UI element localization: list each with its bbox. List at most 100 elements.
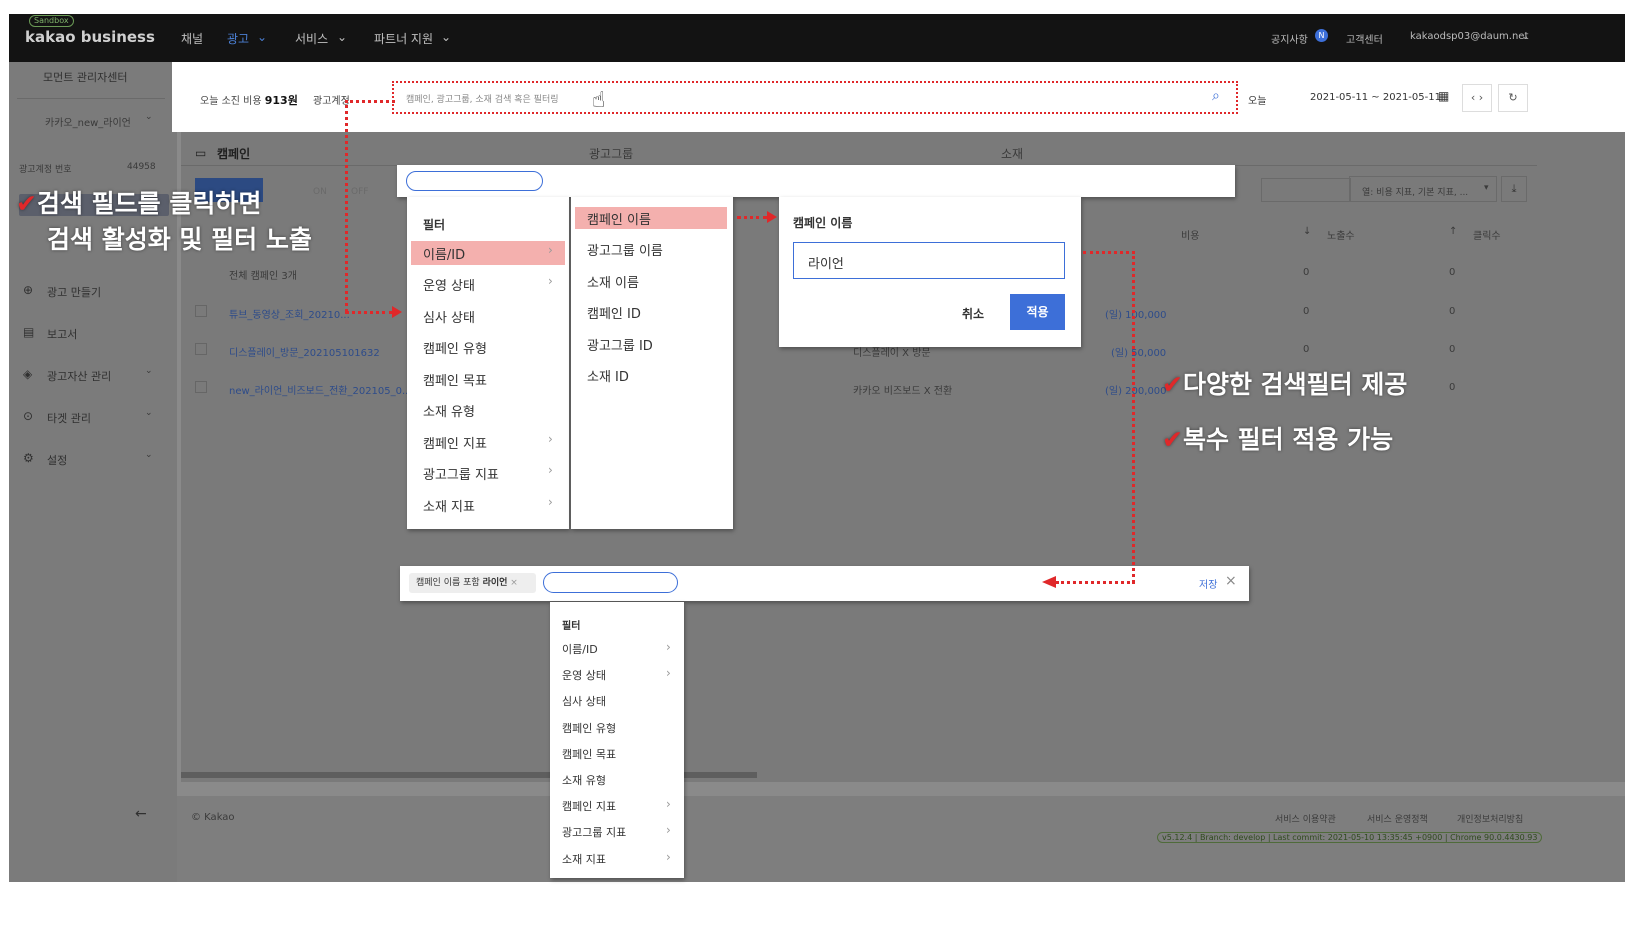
campaign-name-link[interactable]: 디스플레이_방문_202105101632 bbox=[229, 344, 380, 359]
chevron-down-icon[interactable]: ⌄ bbox=[145, 408, 153, 418]
header-bar: 오늘 소진 비용 913원 광고계정 캠페인, 광고그룹, 소재 검색 혹은 필… bbox=[172, 62, 1625, 132]
nav-partner-support[interactable]: 파트너 지원 bbox=[374, 30, 433, 47]
sidebar-item-report[interactable]: 보고서 bbox=[47, 326, 77, 342]
submenu-creative-id[interactable]: 소재 ID bbox=[587, 366, 629, 385]
sidebar-item-create[interactable]: 광고 만들기 bbox=[47, 284, 101, 300]
campaign-name-link[interactable]: new_라이언_비즈보드_전환_202105_0... bbox=[229, 382, 412, 397]
footer-link-policy[interactable]: 서비스 운영정책 bbox=[1367, 812, 1428, 825]
account-selector[interactable]: 카카오_new_라이언 bbox=[45, 114, 131, 129]
tab-adgroup[interactable]: 광고그룹 bbox=[589, 145, 633, 162]
filter-item-creative-metric[interactable]: 소재 지표 bbox=[562, 851, 606, 867]
chevron-down-icon[interactable]: ⌄ bbox=[441, 30, 451, 44]
nav-channel[interactable]: 채널 bbox=[181, 30, 203, 47]
sidebar-item-settings[interactable]: 설정 bbox=[47, 452, 67, 468]
chevron-down-icon[interactable]: ⌄ bbox=[337, 30, 347, 44]
footer-link-privacy[interactable]: 개인정보처리방침 bbox=[1457, 812, 1523, 825]
search-icon[interactable]: ⌕ bbox=[1212, 88, 1220, 104]
col-impressions[interactable]: 노출수 bbox=[1327, 227, 1355, 242]
tab-creative[interactable]: 소재 bbox=[1001, 145, 1023, 162]
nav-service[interactable]: 서비스 bbox=[295, 30, 328, 47]
search-input[interactable]: 캠페인, 광고그룹, 소재 검색 혹은 필터링 ⌕ ☝ bbox=[392, 81, 1238, 114]
filter-item-creative-type[interactable]: 소재 유형 bbox=[562, 772, 606, 788]
connector-line bbox=[345, 100, 395, 103]
close-icon[interactable]: × bbox=[510, 578, 518, 588]
chevron-down-icon[interactable]: ⌄ bbox=[145, 450, 153, 460]
search-input-active[interactable] bbox=[543, 572, 678, 593]
filter-item-campaign-metric[interactable]: 캠페인 지표 bbox=[423, 433, 487, 452]
dialog-input[interactable]: 라이언 bbox=[793, 242, 1065, 279]
chevron-down-icon[interactable]: ⌄ bbox=[257, 30, 267, 44]
sort-asc-icon[interactable]: ↑ bbox=[1449, 226, 1457, 237]
today-label[interactable]: 오늘 bbox=[1248, 92, 1266, 107]
submenu-adgroup-id[interactable]: 광고그룹 ID bbox=[587, 335, 653, 354]
cancel-button[interactable]: 취소 bbox=[962, 305, 984, 322]
row-clicks: 0 bbox=[1449, 344, 1456, 355]
layers-icon: ◈ bbox=[23, 367, 33, 381]
row-checkbox[interactable] bbox=[195, 305, 207, 317]
filter-item-campaign-type[interactable]: 캠페인 유형 bbox=[423, 338, 487, 357]
row-checkbox[interactable] bbox=[195, 343, 207, 355]
chevron-down-icon[interactable]: ⌄ bbox=[145, 366, 153, 376]
filter-item-campaign-goal[interactable]: 캠페인 목표 bbox=[562, 746, 616, 762]
brand-logo[interactable]: kakao business bbox=[25, 28, 155, 46]
toggle-off[interactable]: OFF bbox=[351, 187, 368, 197]
nav-notice[interactable]: 공지사항 bbox=[1271, 31, 1308, 46]
filter-dialog: 캠페인 이름 라이언 취소 적용 bbox=[779, 197, 1081, 347]
total-impressions: 0 bbox=[1303, 267, 1310, 278]
filter-item-name-id[interactable]: 이름/ID bbox=[423, 244, 465, 263]
account-menu[interactable]: kakaodsp03@daum.net bbox=[1410, 31, 1528, 42]
filter-item-creative-metric[interactable]: 소재 지표 bbox=[423, 496, 475, 515]
toggle-on[interactable]: ON bbox=[313, 187, 327, 197]
submenu-campaign-id[interactable]: 캠페인 ID bbox=[587, 303, 641, 322]
submenu-creative-name[interactable]: 소재 이름 bbox=[587, 272, 639, 291]
tab-campaign[interactable]: 캠페인 bbox=[217, 145, 250, 162]
filter-item-status[interactable]: 운영 상태 bbox=[562, 667, 606, 683]
date-range[interactable]: 2021-05-11 ~ 2021-05-11 bbox=[1310, 92, 1441, 103]
filter-item-name-id[interactable]: 이름/ID bbox=[562, 641, 598, 657]
sidebar-item-target[interactable]: 타겟 관리 bbox=[47, 410, 91, 426]
apply-button[interactable]: 적용 bbox=[1010, 294, 1065, 330]
filter-item-review[interactable]: 심사 상태 bbox=[423, 307, 475, 326]
chevron-right-icon: › bbox=[548, 274, 553, 288]
chevron-down-icon[interactable]: ⌄ bbox=[1521, 31, 1529, 42]
nav-support[interactable]: 고객센터 bbox=[1346, 31, 1383, 46]
filter-menu-small: 필터 이름/ID › 운영 상태 › 심사 상태 캠페인 유형 캠페인 목표 소… bbox=[550, 602, 684, 878]
filter-item-campaign-type[interactable]: 캠페인 유형 bbox=[562, 720, 616, 736]
filter-submenu: 캠페인 이름 광고그룹 이름 소재 이름 캠페인 ID 광고그룹 ID 소재 I… bbox=[571, 197, 733, 529]
filter-item-status[interactable]: 운영 상태 bbox=[423, 275, 475, 294]
search-input-active[interactable] bbox=[406, 171, 543, 191]
refresh-icon[interactable]: ↻ bbox=[1498, 84, 1528, 112]
sidebar-item-assets[interactable]: 광고자산 관리 bbox=[47, 368, 111, 384]
filter-item-campaign-goal[interactable]: 캠페인 목표 bbox=[423, 370, 487, 389]
save-button[interactable]: 저장 bbox=[1199, 576, 1217, 591]
submenu-campaign-name[interactable]: 캠페인 이름 bbox=[587, 209, 651, 228]
active-search-bar bbox=[397, 165, 1235, 197]
row-budget: (일) 50,000 bbox=[1111, 348, 1167, 359]
prev-next-buttons[interactable]: ‹ › bbox=[1462, 84, 1492, 112]
footer-link-terms[interactable]: 서비스 이용약관 bbox=[1275, 812, 1336, 825]
col-clicks[interactable]: 클릭수 bbox=[1473, 227, 1501, 242]
download-icon[interactable]: ⤓ bbox=[1501, 176, 1527, 202]
nav-ads[interactable]: 광고 bbox=[227, 30, 249, 47]
filter-item-campaign-metric[interactable]: 캠페인 지표 bbox=[562, 798, 616, 814]
calendar-icon[interactable]: ▦ bbox=[1438, 89, 1449, 103]
filter-item-creative-type[interactable]: 소재 유형 bbox=[423, 401, 475, 420]
column-select[interactable]: 열: 비용 지표, 기본 지표, ... ▾ bbox=[1349, 176, 1497, 202]
row-clicks: 0 bbox=[1449, 382, 1456, 393]
chevron-down-icon[interactable]: ⌄ bbox=[145, 112, 153, 122]
row-budget: (일) 100,000 bbox=[1105, 310, 1167, 321]
close-icon[interactable]: × bbox=[1225, 573, 1237, 589]
filter-item-adgroup-metric[interactable]: 광고그룹 지표 bbox=[562, 824, 626, 840]
connector-line bbox=[1083, 251, 1135, 254]
filter-chip[interactable]: 캠페인 이름 포함 라이언 × bbox=[409, 573, 536, 593]
filter-item-adgroup-metric[interactable]: 광고그룹 지표 bbox=[423, 464, 499, 483]
row-checkbox[interactable] bbox=[195, 381, 207, 393]
pagination[interactable] bbox=[1261, 178, 1351, 202]
col-cost[interactable]: 비용 bbox=[1181, 227, 1199, 242]
connector-line bbox=[345, 100, 348, 312]
submenu-adgroup-name[interactable]: 광고그룹 이름 bbox=[587, 240, 663, 259]
sort-desc-icon[interactable]: ↓ bbox=[1303, 226, 1311, 237]
filter-item-review[interactable]: 심사 상태 bbox=[562, 693, 606, 709]
campaign-name-link[interactable]: 튜브_동영상_조회_20210... bbox=[229, 306, 350, 321]
arrow-left-icon[interactable]: ← bbox=[135, 806, 147, 822]
